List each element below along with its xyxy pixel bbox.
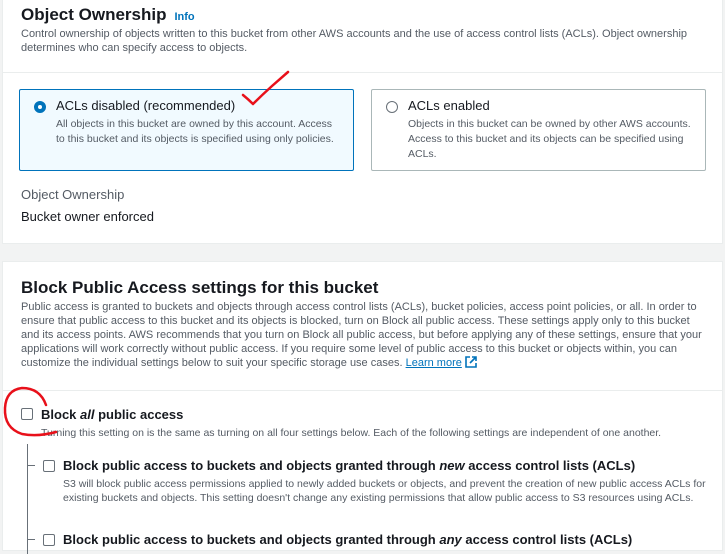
info-link[interactable]: Info — [174, 11, 194, 23]
option-acls-disabled[interactable]: ACLs disabled (recommended) All objects … — [19, 89, 354, 171]
block-public-access-description: Public access is granted to buckets and … — [21, 300, 711, 370]
object-ownership-header: Object Ownership Info — [21, 5, 195, 25]
tree-connector — [27, 465, 35, 466]
tree-connector — [27, 444, 28, 554]
block-new-acls-label[interactable]: Block public access to buckets and objec… — [63, 458, 635, 473]
block-all-public-access-description: Turning this setting on is the same as t… — [41, 427, 662, 439]
block-all-public-access-checkbox[interactable] — [21, 408, 33, 420]
external-link-icon — [465, 356, 477, 368]
object-ownership-field-value: Bucket owner enforced — [21, 209, 154, 224]
divider — [3, 72, 722, 73]
learn-more-link[interactable]: Learn more — [406, 357, 462, 369]
block-public-access-description-text: Public access is granted to buckets and … — [21, 301, 702, 369]
label-text: Block public access to buckets and objec… — [63, 458, 440, 473]
block-new-acls-checkbox[interactable] — [43, 460, 55, 472]
option-acls-enabled[interactable]: ACLs enabled Objects in this bucket can … — [371, 89, 706, 171]
label-text: Block public access to buckets and objec… — [63, 532, 440, 547]
block-any-acls-checkbox[interactable] — [43, 534, 55, 546]
option-acls-enabled-label: ACLs enabled — [408, 98, 490, 113]
divider — [3, 390, 722, 391]
object-ownership-title: Object Ownership — [21, 5, 167, 24]
option-acls-disabled-description: All objects in this bucket are owned by … — [56, 118, 334, 145]
object-ownership-panel: Object Ownership Info Control ownership o… — [2, 0, 723, 244]
block-public-access-title: Block Public Access settings for this bu… — [21, 278, 379, 297]
label-emphasis: all — [80, 407, 95, 422]
block-new-acls-description: S3 will block public access permissions … — [63, 478, 706, 504]
object-ownership-field-label: Object Ownership — [21, 187, 125, 202]
block-any-acls-label[interactable]: Block public access to buckets and objec… — [63, 532, 632, 547]
label-emphasis: any — [439, 532, 462, 547]
option-acls-disabled-label: ACLs disabled (recommended) — [56, 98, 236, 113]
label-emphasis: new — [439, 458, 465, 473]
tree-connector — [27, 539, 35, 540]
label-text: access control lists (ACLs) — [464, 458, 636, 473]
option-acls-enabled-description: Objects in this bucket can be owned by o… — [408, 118, 691, 160]
block-public-access-panel: Block Public Access settings for this bu… — [2, 261, 723, 554]
label-text: Block — [41, 407, 81, 422]
object-ownership-description: Control ownership of objects written to … — [21, 28, 688, 54]
radio-acls-disabled[interactable] — [34, 101, 46, 113]
radio-acls-enabled[interactable] — [386, 101, 398, 113]
label-text: access control lists (ACLs) — [461, 532, 633, 547]
label-text: public access — [94, 407, 184, 422]
block-all-public-access-label[interactable]: Block all public access — [41, 407, 183, 422]
